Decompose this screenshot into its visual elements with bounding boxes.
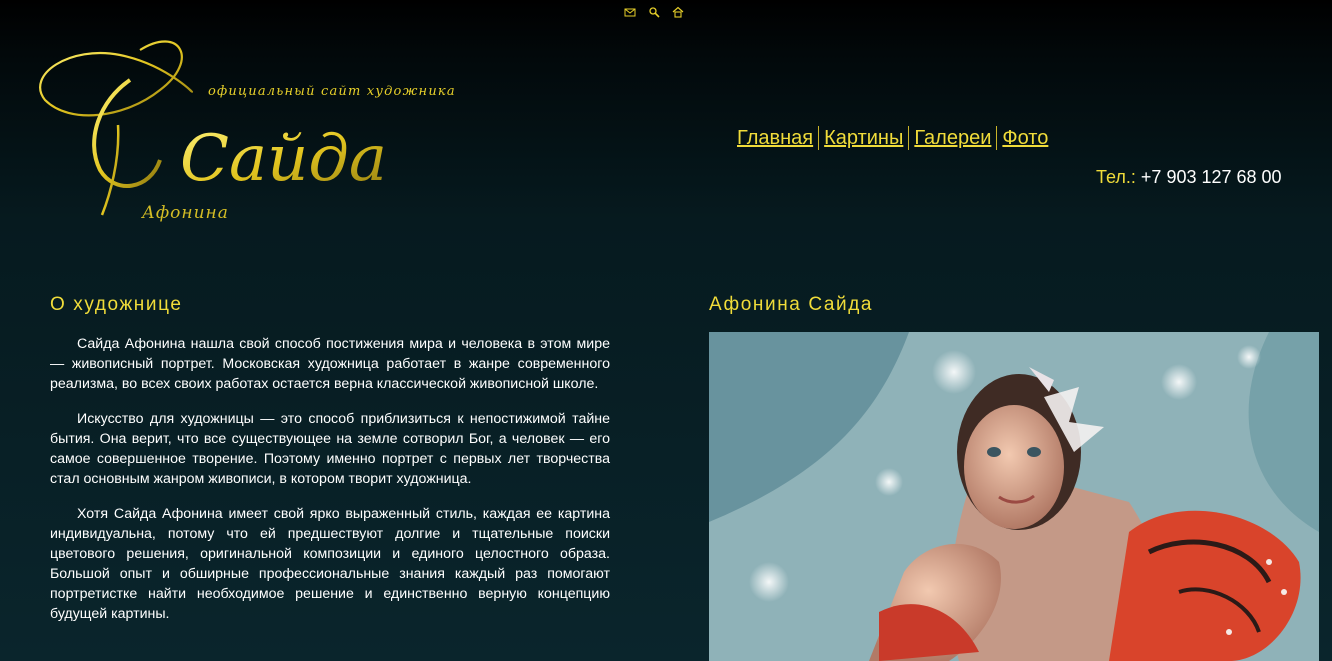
nav-item-paintings[interactable]: Картины — [819, 126, 910, 150]
mail-icon[interactable] — [624, 6, 636, 18]
about-section: О художнице Сайда Афонина нашла свой спо… — [50, 294, 610, 639]
featured-painting[interactable] — [709, 332, 1319, 661]
phone-label: Тел.: — [1096, 167, 1136, 187]
search-icon[interactable] — [648, 6, 660, 18]
home-icon[interactable] — [672, 6, 684, 18]
feature-title: Афонина Сайда — [709, 294, 874, 315]
logo-name: Сайда — [180, 122, 387, 196]
about-paragraph: Искусство для художницы — это способ при… — [50, 411, 610, 487]
phone-number: +7 903 127 68 00 — [1140, 167, 1282, 187]
nav-item-home[interactable]: Главная — [732, 126, 820, 150]
nav-item-photo[interactable]: Фото — [997, 126, 1053, 150]
phone-contact: Тел.: +7 903 127 68 00 — [1096, 167, 1282, 188]
site-tagline: официальный сайт художника — [208, 84, 456, 99]
about-paragraph: Хотя Сайда Афонина имеет свой ярко выраж… — [50, 506, 610, 622]
main-nav: Главная Картины Галереи Фото — [732, 126, 1053, 150]
about-paragraph: Сайда Афонина нашла свой способ постижен… — [50, 336, 610, 392]
top-icon-bar — [624, 6, 684, 18]
nav-item-galleries[interactable]: Галереи — [909, 126, 998, 150]
about-title: О художнице — [50, 294, 183, 315]
logo-surname: Афонина — [142, 203, 229, 223]
